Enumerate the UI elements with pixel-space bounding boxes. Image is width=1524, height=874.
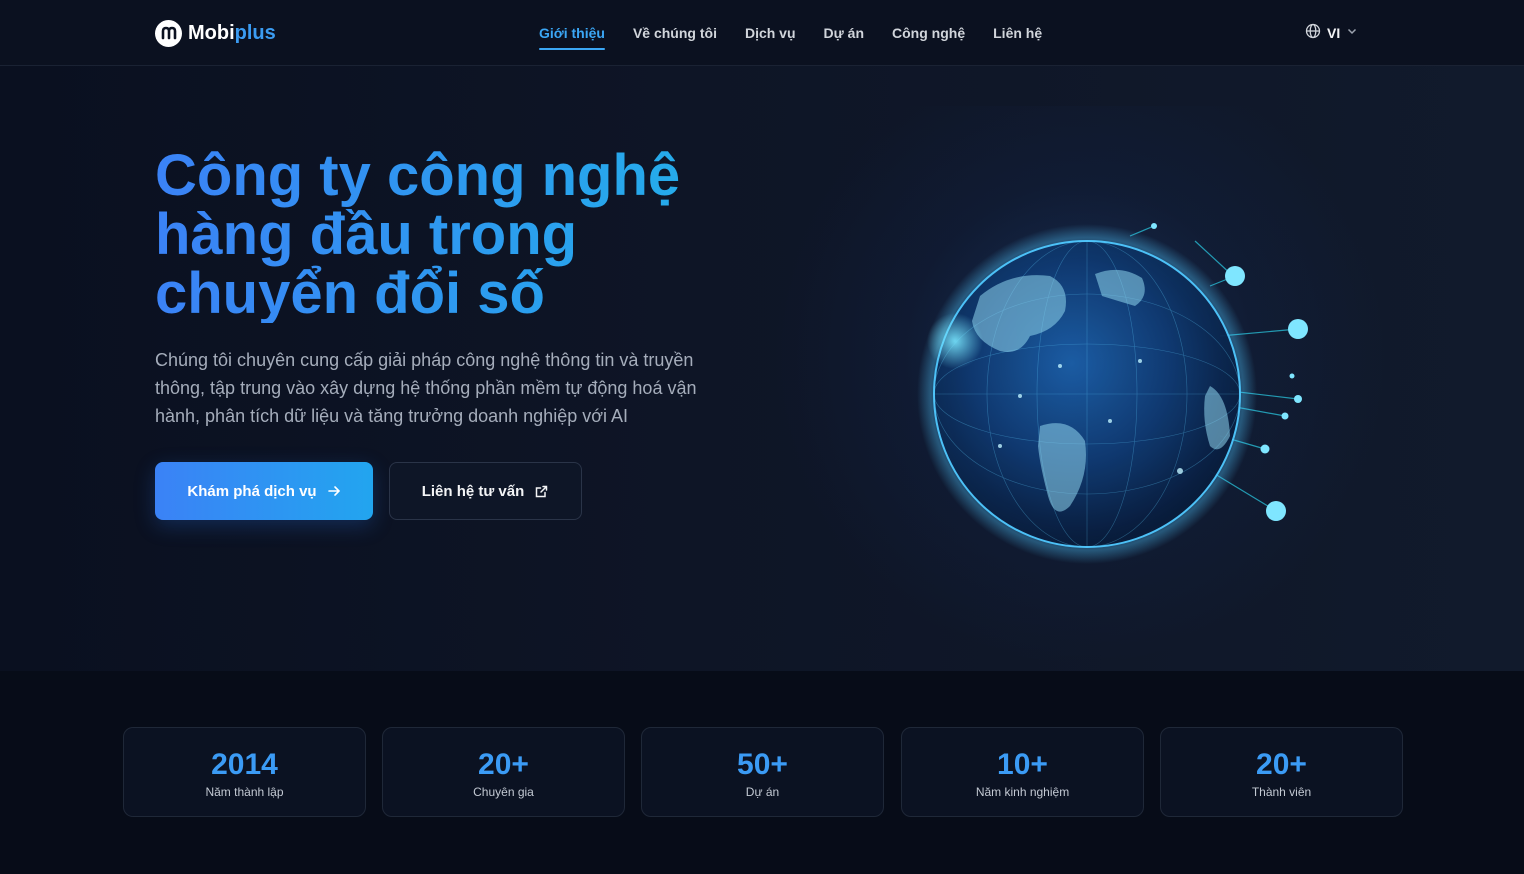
hero-title-line-3: chuyển đổi số [155,261,545,326]
stat-value: 20+ [478,748,529,781]
stat-value: 20+ [1256,748,1307,781]
nav-item-lien-he[interactable]: Liên hệ [993,0,1042,66]
stat-value: 2014 [211,748,278,781]
hero-title-line-2: hàng đầu trong [155,202,578,267]
explore-services-label: Khám phá dịch vụ [187,482,317,500]
stat-label: Chuyên gia [473,785,534,799]
hero-description: Chúng tôi chuyên cung cấp giải pháp công… [155,350,697,426]
stat-card-founded: 2014 Năm thành lập [123,727,366,817]
contact-consult-button[interactable]: Liên hệ tư vấn [389,462,582,520]
globe-illustration [880,146,1360,566]
nav-item-cong-nghe[interactable]: Công nghệ [892,0,965,66]
chevron-down-icon [1346,24,1358,42]
stat-card-members: 20+ Thành viên [1160,727,1403,817]
stat-label: Năm thành lập [205,785,284,799]
stat-card-projects: 50+ Dự án [641,727,884,817]
brand-name-part2: plus [234,21,276,44]
brand-logo[interactable]: Mobi plus [155,19,276,47]
hero-title-line-1: Công ty công nghệ [155,143,681,208]
stat-label: Dự án [745,785,780,799]
external-link-icon [534,484,549,499]
stat-card-experience: 10+ Năm kinh nghiệm [901,727,1144,817]
nav-item-gioi-thieu[interactable]: Giới thiệu [539,0,605,66]
globe-icon [1305,23,1321,44]
nav-item-ve-chung-toi[interactable]: Về chúng tôi [633,0,717,66]
stat-value: 50+ [737,748,788,781]
contact-consult-label: Liên hệ tư vấn [421,482,525,500]
language-selector[interactable]: VI [1305,22,1358,44]
arrow-right-icon [327,484,341,498]
hero-title: Công ty công nghệ hàng đầu trong chuyển … [155,146,795,323]
stat-card-experts: 20+ Chuyên gia [382,727,625,817]
site-header: Mobi plus Giới thiệu Về chúng tôi Dịch vụ… [0,0,1524,66]
nav-item-du-an[interactable]: Dự án [824,0,864,66]
nav-item-dich-vu[interactable]: Dịch vụ [745,0,796,66]
logo-icon [155,19,182,47]
stats-section: 2014 Năm thành lập 20+ Chuyên gia 50+ Dự… [0,671,1524,874]
brand-name-part1: Mobi [188,21,235,44]
stat-label: Năm kinh nghiệm [975,785,1070,799]
stat-label: Thành viên [1251,785,1312,799]
language-label: VI [1327,25,1341,41]
main-nav: Giới thiệu Về chúng tôi Dịch vụ Dự án Cô… [539,0,1070,66]
explore-services-button[interactable]: Khám phá dịch vụ [155,462,373,520]
hero-section: Công ty công nghệ hàng đầu trong chuyển … [0,66,1524,671]
stat-value: 10+ [997,748,1048,781]
